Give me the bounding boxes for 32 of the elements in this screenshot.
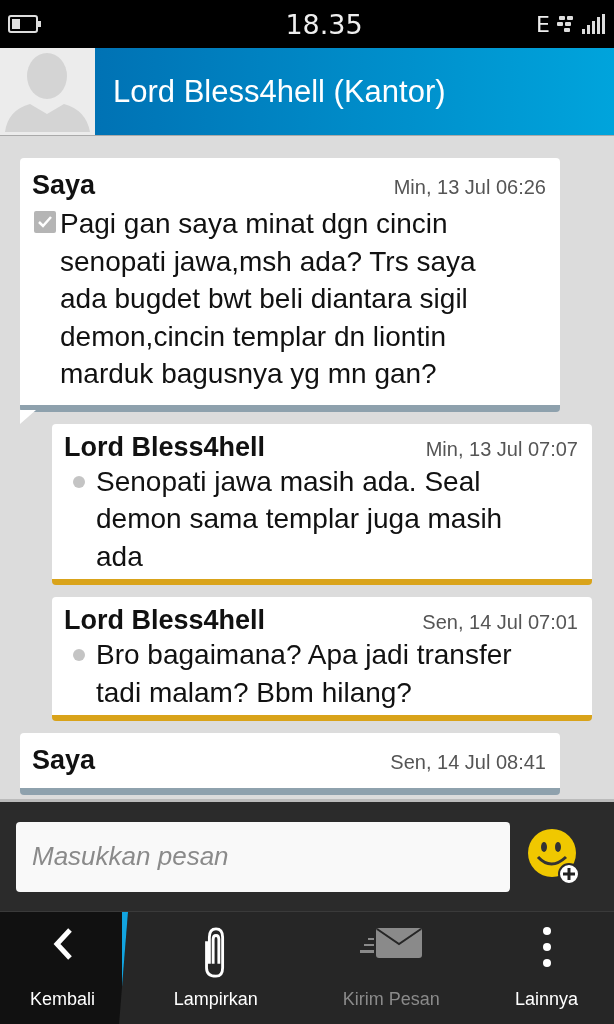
- sender-name: Lord Bless4hell: [64, 431, 266, 463]
- attach-button[interactable]: Lampirkan: [128, 912, 304, 1024]
- envelope-icon: [360, 926, 423, 960]
- sent-message[interactable]: Saya Sen, 14 Jul 08:41: [20, 733, 560, 795]
- message-input-field[interactable]: Masukkan pesan: [16, 821, 510, 892]
- status-dot-icon: [72, 648, 86, 662]
- message-text: Senopati jawa masih ada. Seal demon sama templar juga masih ada: [96, 464, 504, 574]
- sender-name: Saya: [32, 745, 96, 776]
- status-dot-icon: [72, 474, 86, 489]
- sent-message[interactable]: Saya Min, 13 Jul 06:26 Pagi gan saya minat dgn cincin senopati jawa,msh ada? Trs saya ada bugdet bwt beli diantara sigil demon,cincin templar dn liontin marduk bagusnya yg mn gan?: [20, 158, 560, 412]
- timestamp: Sen, 14 Jul 08:41: [390, 751, 546, 774]
- received-message[interactable]: Lord Bless4hell Min, 13 Jul 07:07 Senopati jawa masih ada. Seal demon sama templar juga masih ada: [52, 423, 592, 585]
- more-button[interactable]: Lainnya: [479, 912, 614, 1024]
- battery-icon: [8, 15, 42, 33]
- back-button[interactable]: Kembali: [0, 912, 128, 1024]
- more-dots-icon: [541, 926, 552, 968]
- timestamp: Sen, 14 Jul 07:01: [422, 611, 578, 634]
- timestamp: Min, 13 Jul 06:26: [393, 176, 546, 199]
- sender-name: Lord Bless4hell: [64, 605, 266, 636]
- message-text: Pagi gan saya minat dgn cincin senopati jawa,msh ada? Trs saya ada bugdet bwt beli diantara sigil demon,cincin templar dn liontin marduk bagusnya yg mn gan?: [60, 207, 477, 391]
- received-message[interactable]: Lord Bless4hell Sen, 14 Jul 07:01 Bro bagaimana? Apa jadi transfer tadi malam? Bbm hilang?: [52, 597, 592, 721]
- signal-icon: [582, 14, 606, 34]
- sender-name: Saya: [32, 170, 96, 201]
- bbm-logo-icon: [556, 16, 576, 32]
- contact-name: Lord Bless4hell (Kantor): [113, 73, 446, 110]
- emoticon-add-icon[interactable]: [528, 828, 580, 885]
- message-text: Bro bagaimana? Apa jadi transfer tadi malam? Bbm hilang?: [96, 638, 513, 710]
- bubble-tail: [20, 409, 36, 426]
- delivered-check-icon: [34, 211, 56, 233]
- timestamp: Min, 13 Jul 07:07: [425, 437, 578, 461]
- clock: 18.35: [285, 8, 363, 40]
- network-type: E: [536, 11, 550, 37]
